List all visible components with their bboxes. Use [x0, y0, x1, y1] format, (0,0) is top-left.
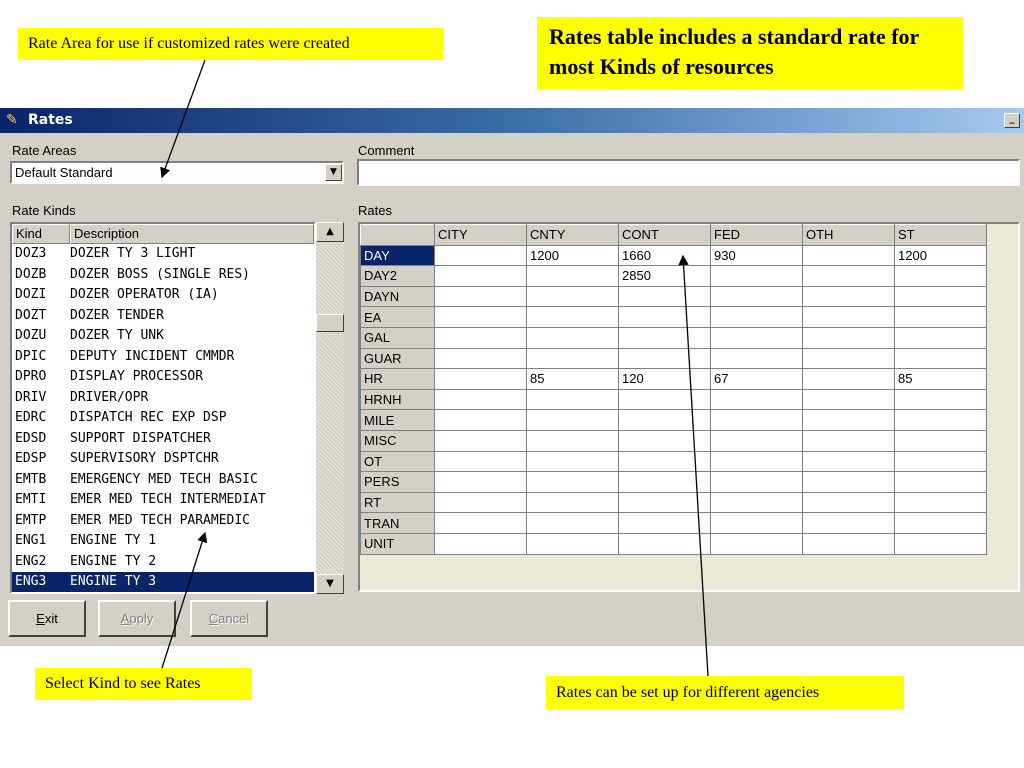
annotation-arrows [160, 59, 709, 677]
arrow-select-kind [161, 531, 208, 669]
arrow-agencies [678, 254, 709, 677]
arrow-rate-area [160, 59, 206, 179]
